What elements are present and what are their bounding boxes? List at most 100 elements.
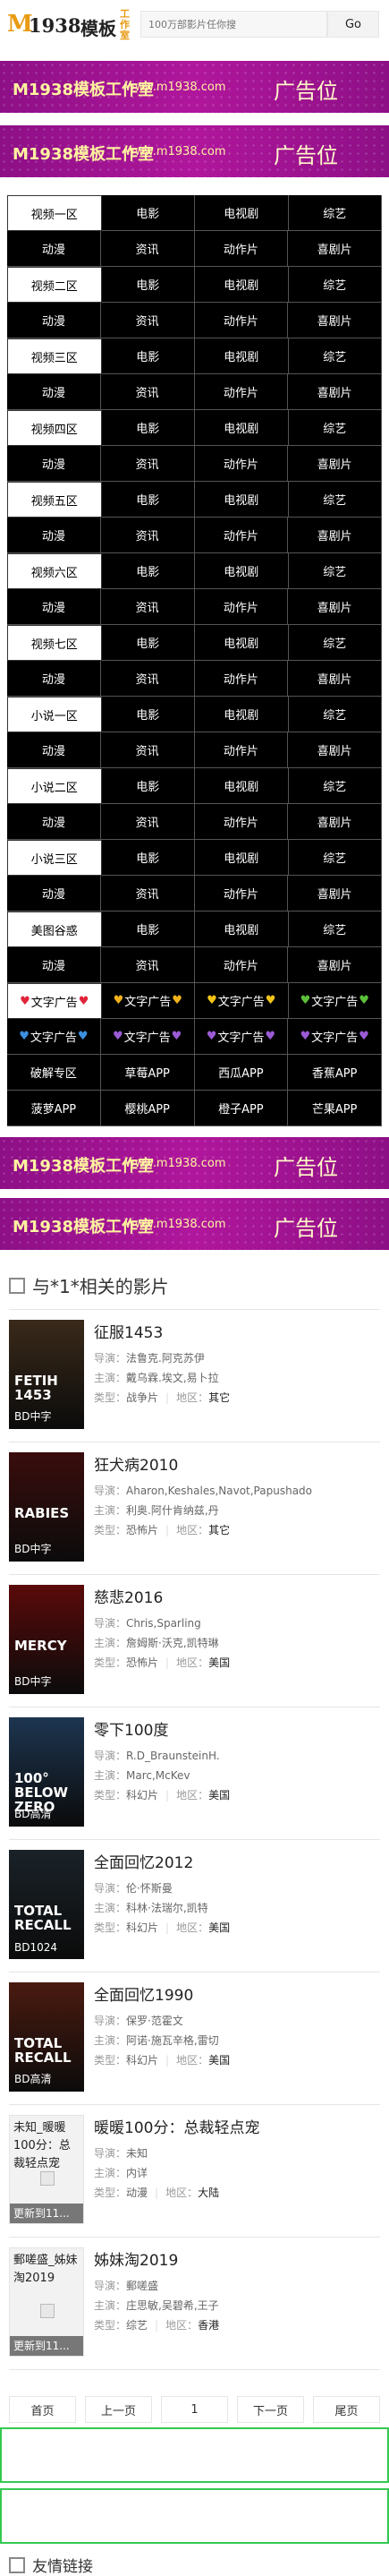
movie-title[interactable]: 征服1453 bbox=[94, 1322, 380, 1348]
nav-link[interactable]: 电视剧 bbox=[195, 267, 289, 303]
nav-link[interactable]: 动漫 bbox=[7, 947, 101, 983]
nav-link[interactable]: 喜剧片 bbox=[288, 446, 382, 482]
movie-title[interactable]: 狂犬病2010 bbox=[94, 1454, 380, 1481]
nav-link[interactable]: 动漫 bbox=[7, 732, 101, 768]
app-link[interactable]: 西瓜APP bbox=[194, 1055, 289, 1091]
nav-link[interactable]: 动漫 bbox=[7, 876, 101, 911]
nav-link[interactable]: 电影 bbox=[101, 410, 195, 446]
ad-banner-4[interactable]: M1938模板工作室 www.m1938.com 广告位 bbox=[0, 1198, 389, 1250]
movie-poster[interactable]: FETIH 1453 BD中字 bbox=[9, 1320, 84, 1429]
movie-item[interactable]: MERCY BD中字 慈悲2016 导演：Chris,Sparling 主演：詹姆斯·沃… bbox=[9, 1585, 380, 1705]
nav-link[interactable]: 视频二区 bbox=[7, 267, 102, 303]
app-link[interactable]: 香蕉APP bbox=[288, 1055, 382, 1091]
nav-link[interactable]: 电影 bbox=[101, 195, 195, 231]
ad-banner-3[interactable]: M1938模板工作室 www.m1938.com 广告位 bbox=[0, 1137, 389, 1189]
nav-link[interactable]: 电视剧 bbox=[195, 195, 289, 231]
nav-link[interactable]: 动漫 bbox=[7, 374, 101, 410]
text-ad-link[interactable]: ♥ 文字广告 ♥ bbox=[288, 1019, 382, 1055]
movie-poster[interactable]: 郵嗟盛_姊妹淘2019 更新到11... bbox=[9, 2247, 84, 2357]
nav-link[interactable]: 电视剧 bbox=[195, 840, 289, 876]
nav-link[interactable]: 电视剧 bbox=[195, 625, 289, 661]
nav-link[interactable]: 综艺 bbox=[288, 911, 382, 947]
nav-link[interactable]: 电视剧 bbox=[195, 410, 289, 446]
movie-title[interactable]: 全面回忆2012 bbox=[94, 1852, 380, 1879]
nav-link[interactable]: 综艺 bbox=[288, 410, 382, 446]
nav-link[interactable]: 电影 bbox=[101, 768, 195, 804]
nav-link[interactable]: 动作片 bbox=[194, 732, 289, 768]
nav-link[interactable]: 小说一区 bbox=[7, 697, 102, 732]
nav-link[interactable]: 动漫 bbox=[7, 303, 101, 338]
text-ad-link[interactable]: ♥ 文字广告 ♥ bbox=[195, 983, 289, 1019]
nav-link[interactable]: 动作片 bbox=[194, 804, 289, 840]
nav-link[interactable]: 动作片 bbox=[194, 231, 289, 267]
nav-link[interactable]: 视频七区 bbox=[7, 625, 102, 661]
nav-link[interactable]: 电视剧 bbox=[195, 697, 289, 732]
nav-link[interactable]: 视频五区 bbox=[7, 482, 102, 518]
nav-link[interactable]: 综艺 bbox=[288, 482, 382, 518]
nav-link[interactable]: 资讯 bbox=[100, 446, 195, 482]
nav-link[interactable]: 综艺 bbox=[288, 553, 382, 589]
nav-link[interactable]: 喜剧片 bbox=[288, 876, 382, 911]
ad-slot-green-1[interactable] bbox=[0, 2427, 389, 2483]
movie-poster[interactable]: MERCY BD中字 bbox=[9, 1585, 84, 1694]
nav-link[interactable]: 喜剧片 bbox=[288, 303, 382, 338]
nav-link[interactable]: 动作片 bbox=[194, 303, 289, 338]
nav-link[interactable]: 喜剧片 bbox=[288, 732, 382, 768]
nav-link[interactable]: 动漫 bbox=[7, 661, 101, 697]
nav-link[interactable]: 动漫 bbox=[7, 446, 101, 482]
nav-link[interactable]: 综艺 bbox=[288, 840, 382, 876]
movie-item[interactable]: TOTAL RECALL BD高清 全面回忆1990 导演：保罗·范霍文 主演：阿诺·施… bbox=[9, 1982, 380, 2102]
app-link[interactable]: 草莓APP bbox=[100, 1055, 195, 1091]
search-input[interactable] bbox=[140, 11, 327, 38]
movie-title[interactable]: 姊妹淘2019 bbox=[94, 2249, 380, 2276]
nav-link[interactable]: 电视剧 bbox=[195, 553, 289, 589]
app-link[interactable]: 菠萝APP bbox=[7, 1091, 101, 1126]
nav-link[interactable]: 资讯 bbox=[100, 231, 195, 267]
nav-link[interactable]: 喜剧片 bbox=[288, 589, 382, 625]
nav-link[interactable]: 电视剧 bbox=[195, 911, 289, 947]
nav-link[interactable]: 电影 bbox=[101, 625, 195, 661]
nav-link[interactable]: 资讯 bbox=[100, 303, 195, 338]
nav-link[interactable]: 动漫 bbox=[7, 518, 101, 553]
nav-link[interactable]: 动作片 bbox=[194, 876, 289, 911]
nav-link[interactable]: 电影 bbox=[101, 911, 195, 947]
nav-link[interactable]: 视频三区 bbox=[7, 338, 102, 374]
nav-link[interactable]: 电影 bbox=[101, 553, 195, 589]
nav-link[interactable]: 视频四区 bbox=[7, 410, 102, 446]
nav-link[interactable]: 动漫 bbox=[7, 589, 101, 625]
nav-link[interactable]: 综艺 bbox=[288, 625, 382, 661]
nav-link[interactable]: 动作片 bbox=[194, 446, 289, 482]
nav-link[interactable]: 综艺 bbox=[288, 195, 382, 231]
prev-page-button[interactable]: 上一页 bbox=[85, 2396, 152, 2423]
text-ad-link[interactable]: ♥ 文字广告 ♥ bbox=[100, 1019, 195, 1055]
nav-link[interactable]: 资讯 bbox=[100, 876, 195, 911]
movie-item[interactable]: RABIES BD中字 狂犬病2010 导演：Aharon,Keshales,Navo… bbox=[9, 1452, 380, 1572]
nav-link[interactable]: 电视剧 bbox=[195, 482, 289, 518]
nav-link[interactable]: 动漫 bbox=[7, 804, 101, 840]
nav-link[interactable]: 资讯 bbox=[100, 947, 195, 983]
nav-link[interactable]: 电视剧 bbox=[195, 338, 289, 374]
nav-link[interactable]: 喜剧片 bbox=[288, 231, 382, 267]
nav-link[interactable]: 综艺 bbox=[288, 338, 382, 374]
nav-link[interactable]: 电影 bbox=[101, 338, 195, 374]
nav-link[interactable]: 喜剧片 bbox=[288, 804, 382, 840]
nav-link[interactable]: 综艺 bbox=[288, 267, 382, 303]
text-ad-link[interactable]: ♥ 文字广告 ♥ bbox=[7, 983, 102, 1019]
movie-poster[interactable]: 未知_暖暖100分：总裁轻点宠 更新到11... bbox=[9, 2115, 84, 2224]
movie-poster[interactable]: 100° BELOW ZERO BD高清 bbox=[9, 1717, 84, 1827]
nav-link[interactable]: 电影 bbox=[101, 267, 195, 303]
movie-poster[interactable]: RABIES BD中字 bbox=[9, 1452, 84, 1562]
nav-link[interactable]: 电影 bbox=[101, 697, 195, 732]
nav-link[interactable]: 喜剧片 bbox=[288, 661, 382, 697]
nav-link[interactable]: 资讯 bbox=[100, 518, 195, 553]
nav-link[interactable]: 小说二区 bbox=[7, 768, 102, 804]
movie-poster[interactable]: TOTAL RECALL BD高清 bbox=[9, 1982, 84, 2092]
app-link[interactable]: 樱桃APP bbox=[100, 1091, 195, 1126]
nav-link[interactable]: 美图谷惑 bbox=[7, 911, 102, 947]
ad-banner-1[interactable]: M1938模板工作室 www.m1938.com 广告位 bbox=[0, 61, 389, 113]
app-link[interactable]: 芒果APP bbox=[288, 1091, 382, 1126]
site-logo[interactable]: M 1938 模板 工作室 bbox=[7, 9, 141, 41]
movie-title[interactable]: 全面回忆1990 bbox=[94, 1984, 380, 2011]
nav-link[interactable]: 动作片 bbox=[194, 374, 289, 410]
ad-banner-2[interactable]: M1938模板工作室 www.m1938.com 广告位 bbox=[0, 125, 389, 177]
